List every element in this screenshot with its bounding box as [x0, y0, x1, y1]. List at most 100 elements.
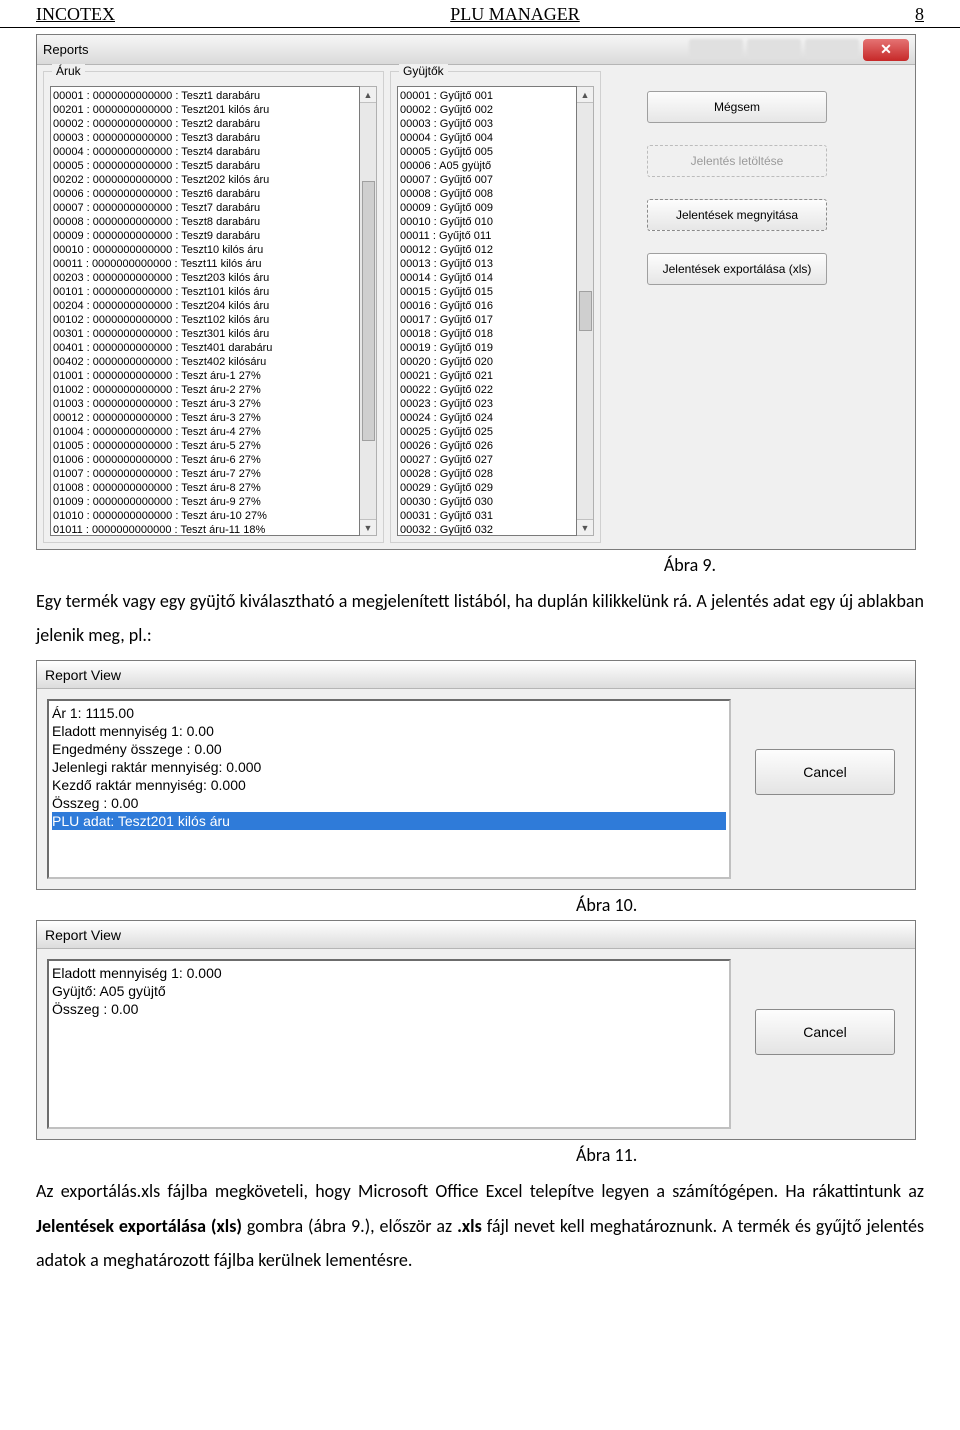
list-item[interactable]: 00011 : 0000000000000 : Teszt11 kilós ár…	[53, 257, 357, 271]
list-item[interactable]: Engedmény összege : 0.00	[52, 740, 726, 758]
list-item[interactable]: 00011 : Gyűjtő 011	[400, 229, 574, 243]
scroll-down-icon[interactable]: ▼	[577, 519, 593, 535]
list-item[interactable]: 00203 : 0000000000000 : Teszt203 kilós á…	[53, 271, 357, 285]
list-item[interactable]: 01010 : 0000000000000 : Teszt áru-10 27%	[53, 509, 357, 523]
list-item[interactable]: 00005 : Gyűjtő 005	[400, 145, 574, 159]
list-item[interactable]: 00002 : Gyűjtő 002	[400, 103, 574, 117]
scroll-up-icon[interactable]: ▲	[360, 87, 376, 103]
list-item[interactable]: 00014 : Gyűjtő 014	[400, 271, 574, 285]
list-item[interactable]: 00012 : 0000000000000 : Teszt áru-3 27%	[53, 411, 357, 425]
list-item[interactable]: 00003 : Gyűjtő 003	[400, 117, 574, 131]
scroll-thumb[interactable]	[579, 291, 592, 331]
list-item[interactable]: Kezdő raktár mennyiség: 0.000	[52, 776, 726, 794]
cancel-button[interactable]: Cancel	[755, 749, 895, 795]
list-item[interactable]: Jelenlegi raktár mennyiség: 0.000	[52, 758, 726, 776]
list-item[interactable]: 00020 : Gyűjtő 020	[400, 355, 574, 369]
aruk-scrollbar[interactable]: ▲ ▼	[360, 86, 377, 536]
report-view-1-list[interactable]: Ár 1: 1115.00Eladott mennyiség 1: 0.00En…	[47, 699, 731, 879]
list-item[interactable]: 00102 : 0000000000000 : Teszt102 kilós á…	[53, 313, 357, 327]
list-item[interactable]: 00005 : 0000000000000 : Teszt5 darabáru	[53, 159, 357, 173]
megsem-button[interactable]: Mégsem	[647, 91, 827, 123]
list-item-selected[interactable]: PLU adat: Teszt201 kilós áru	[52, 812, 726, 830]
list-item[interactable]: 00015 : Gyűjtő 015	[400, 285, 574, 299]
list-item[interactable]: 01005 : 0000000000000 : Teszt áru-5 27%	[53, 439, 357, 453]
list-item[interactable]: 01002 : 0000000000000 : Teszt áru-2 27%	[53, 383, 357, 397]
list-item[interactable]: 00004 : Gyűjtő 004	[400, 131, 574, 145]
list-item[interactable]: 00028 : Gyűjtő 028	[400, 467, 574, 481]
list-item[interactable]: Eladott mennyiség 1: 0.00	[52, 722, 726, 740]
p2-bold-2: .xls	[457, 1215, 482, 1237]
list-item[interactable]: 00013 : Gyűjtő 013	[400, 257, 574, 271]
list-item[interactable]: 00030 : Gyűjtő 030	[400, 495, 574, 509]
gyujtok-listbox[interactable]: 00001 : Gyűjtő 00100002 : Gyűjtő 0020000…	[397, 86, 577, 536]
scroll-down-icon[interactable]: ▼	[360, 519, 376, 535]
list-item[interactable]: 00023 : Gyűjtő 023	[400, 397, 574, 411]
list-item[interactable]: 00009 : 0000000000000 : Teszt9 darabáru	[53, 229, 357, 243]
list-item[interactable]: 00021 : Gyűjtő 021	[400, 369, 574, 383]
gyujtok-scrollbar[interactable]: ▲ ▼	[577, 86, 594, 536]
list-item[interactable]: Eladott mennyiség 1: 0.000	[52, 964, 726, 982]
list-item[interactable]: 01007 : 0000000000000 : Teszt áru-7 27%	[53, 467, 357, 481]
list-item[interactable]: 00009 : Gyűjtő 009	[400, 201, 574, 215]
reports-title: Reports	[43, 42, 89, 57]
list-item[interactable]: 01001 : 0000000000000 : Teszt áru-1 27%	[53, 369, 357, 383]
list-item[interactable]: 00017 : Gyűjtő 017	[400, 313, 574, 327]
list-item[interactable]: 00006 : 0000000000000 : Teszt6 darabáru	[53, 187, 357, 201]
list-item[interactable]: 00019 : Gyűjtő 019	[400, 341, 574, 355]
reports-window: Reports ✕ Áruk 00001 : 0000000000000 : T…	[36, 34, 916, 550]
list-item[interactable]: 00031 : Gyűjtő 031	[400, 509, 574, 523]
header-right: 8	[915, 4, 924, 25]
list-item[interactable]: 00001 : Gyűjtő 001	[400, 89, 574, 103]
report-view-2-list[interactable]: Eladott mennyiség 1: 0.000Gyüjtő: A05 gy…	[47, 959, 731, 1129]
list-item[interactable]: 00032 : Gyűjtő 032	[400, 523, 574, 536]
list-item[interactable]: 00008 : Gyűjtő 008	[400, 187, 574, 201]
gyujtok-group-label: Gyüjtők	[399, 64, 448, 78]
list-item[interactable]: Ár 1: 1115.00	[52, 704, 726, 722]
list-item[interactable]: 00016 : Gyűjtő 016	[400, 299, 574, 313]
list-item[interactable]: 00010 : 0000000000000 : Teszt10 kilós ár…	[53, 243, 357, 257]
list-item[interactable]: 00029 : Gyűjtő 029	[400, 481, 574, 495]
list-item[interactable]: 00402 : 0000000000000 : Teszt402 kilósár…	[53, 355, 357, 369]
list-item[interactable]: 00012 : Gyűjtő 012	[400, 243, 574, 257]
list-item[interactable]: 01004 : 0000000000000 : Teszt áru-4 27%	[53, 425, 357, 439]
list-item[interactable]: 00026 : Gyűjtő 026	[400, 439, 574, 453]
list-item[interactable]: 00007 : 0000000000000 : Teszt7 darabáru	[53, 201, 357, 215]
list-item[interactable]: 00007 : Gyűjtő 007	[400, 173, 574, 187]
cancel-button[interactable]: Cancel	[755, 1009, 895, 1055]
list-item[interactable]: 00001 : 0000000000000 : Teszt1 darabáru	[53, 89, 357, 103]
list-item[interactable]: 00022 : Gyűjtő 022	[400, 383, 574, 397]
list-item[interactable]: 00004 : 0000000000000 : Teszt4 darabáru	[53, 145, 357, 159]
list-item[interactable]: 00204 : 0000000000000 : Teszt204 kilós á…	[53, 299, 357, 313]
list-item[interactable]: 00401 : 0000000000000 : Teszt401 darabár…	[53, 341, 357, 355]
list-item[interactable]: 00202 : 0000000000000 : Teszt202 kilós á…	[53, 173, 357, 187]
jelentesek-exportalasa-button[interactable]: Jelentések exportálása (xls)	[647, 253, 827, 285]
list-item[interactable]: 01003 : 0000000000000 : Teszt áru-3 27%	[53, 397, 357, 411]
list-item[interactable]: 01006 : 0000000000000 : Teszt áru-6 27%	[53, 453, 357, 467]
list-item[interactable]: Összeg : 0.00	[52, 1000, 726, 1018]
list-item[interactable]: 00024 : Gyűjtő 024	[400, 411, 574, 425]
list-item[interactable]: 00002 : 0000000000000 : Teszt2 darabáru	[53, 117, 357, 131]
scroll-thumb[interactable]	[362, 181, 375, 441]
jelentesek-megnyitasa-button[interactable]: Jelentések megnyitása	[647, 199, 827, 231]
list-item[interactable]: 00003 : 0000000000000 : Teszt3 darabáru	[53, 131, 357, 145]
list-item[interactable]: Összeg : 0.00	[52, 794, 726, 812]
titlebar-blur-3	[805, 39, 859, 59]
list-item[interactable]: 00101 : 0000000000000 : Teszt101 kilós á…	[53, 285, 357, 299]
list-item[interactable]: 00010 : Gyűjtő 010	[400, 215, 574, 229]
titlebar-blur-2	[747, 39, 801, 59]
list-item[interactable]: 00025 : Gyűjtő 025	[400, 425, 574, 439]
list-item[interactable]: 00201 : 0000000000000 : Teszt201 kilós á…	[53, 103, 357, 117]
list-item[interactable]: Gyüjtő: A05 gyüjtő	[52, 982, 726, 1000]
list-item[interactable]: 01009 : 0000000000000 : Teszt áru-9 27%	[53, 495, 357, 509]
list-item[interactable]: 00018 : Gyűjtő 018	[400, 327, 574, 341]
list-item[interactable]: 00008 : 0000000000000 : Teszt8 darabáru	[53, 215, 357, 229]
list-item[interactable]: 00006 : A05 gyüjtő	[400, 159, 574, 173]
aruk-listbox[interactable]: 00001 : 0000000000000 : Teszt1 darabáru0…	[50, 86, 360, 536]
p2-run-2: gombra (ábra 9.), először az	[247, 1215, 457, 1237]
list-item[interactable]: 00301 : 0000000000000 : Teszt301 kilós á…	[53, 327, 357, 341]
close-icon[interactable]: ✕	[863, 39, 909, 61]
list-item[interactable]: 01011 : 0000000000000 : Teszt áru-11 18%	[53, 523, 357, 536]
list-item[interactable]: 00027 : Gyűjtő 027	[400, 453, 574, 467]
scroll-up-icon[interactable]: ▲	[577, 87, 593, 103]
list-item[interactable]: 01008 : 0000000000000 : Teszt áru-8 27%	[53, 481, 357, 495]
